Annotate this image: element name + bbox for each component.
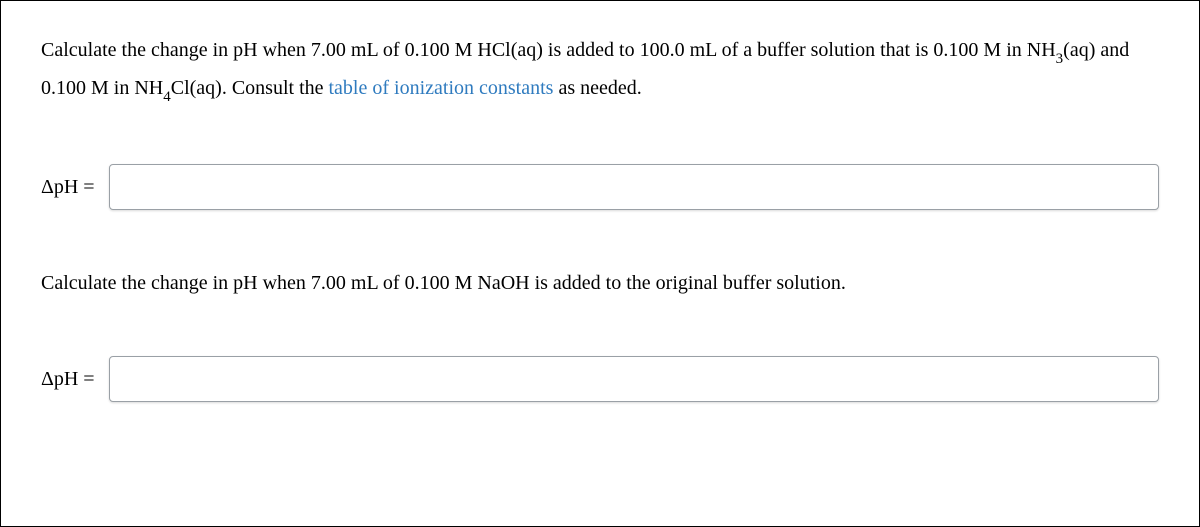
q1-nh4-sub: 4 — [163, 89, 171, 105]
q1-part1: Calculate the change in pH when 7.00 mL … — [41, 39, 1027, 61]
answer-row-2: ΔpH = — [41, 356, 1159, 402]
q1-part3: Cl(aq). Consult the — [171, 77, 329, 99]
q1-nh3-sub: 3 — [1056, 51, 1064, 67]
q1-part4: as needed. — [553, 77, 641, 99]
question-1-text: Calculate the change in pH when 7.00 mL … — [41, 33, 1159, 108]
delta-ph-input-1[interactable] — [109, 164, 1159, 210]
question-2-text: Calculate the change in pH when 7.00 mL … — [41, 266, 1159, 300]
q2-text-span: Calculate the change in pH when 7.00 mL … — [41, 272, 846, 294]
ionization-constants-link[interactable]: table of ionization constants — [329, 77, 554, 99]
delta-ph-input-2[interactable] — [109, 356, 1159, 402]
q1-nh3-nh: NH — [1027, 39, 1056, 61]
delta-ph-label-1: ΔpH = — [41, 170, 95, 204]
delta-ph-label-2: ΔpH = — [41, 362, 95, 396]
answer-row-1: ΔpH = — [41, 164, 1159, 210]
